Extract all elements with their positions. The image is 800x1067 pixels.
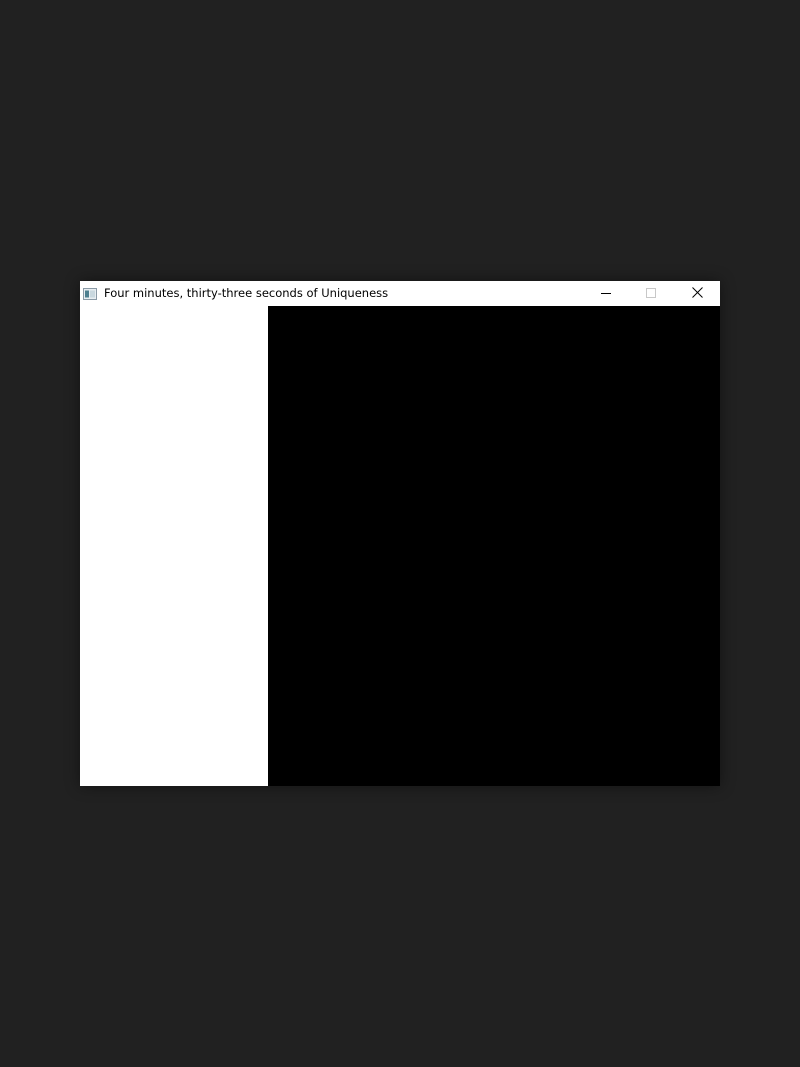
title-bar[interactable]: Four minutes, thirty-three seconds of Un… (80, 281, 720, 306)
window-title: Four minutes, thirty-three seconds of Un… (104, 286, 389, 300)
minimize-icon (601, 285, 611, 303)
render-canvas[interactable] (268, 306, 720, 786)
app-window: Four minutes, thirty-three seconds of Un… (80, 281, 720, 786)
desktop-background: Four minutes, thirty-three seconds of Un… (0, 0, 800, 1067)
minimize-button[interactable] (583, 281, 629, 306)
app-window-icon[interactable] (83, 287, 97, 300)
maximize-icon (646, 285, 656, 303)
maximize-button[interactable] (628, 281, 674, 306)
client-area (80, 306, 720, 786)
close-button[interactable] (674, 281, 720, 306)
side-panel[interactable] (80, 306, 268, 786)
close-icon (691, 285, 703, 303)
